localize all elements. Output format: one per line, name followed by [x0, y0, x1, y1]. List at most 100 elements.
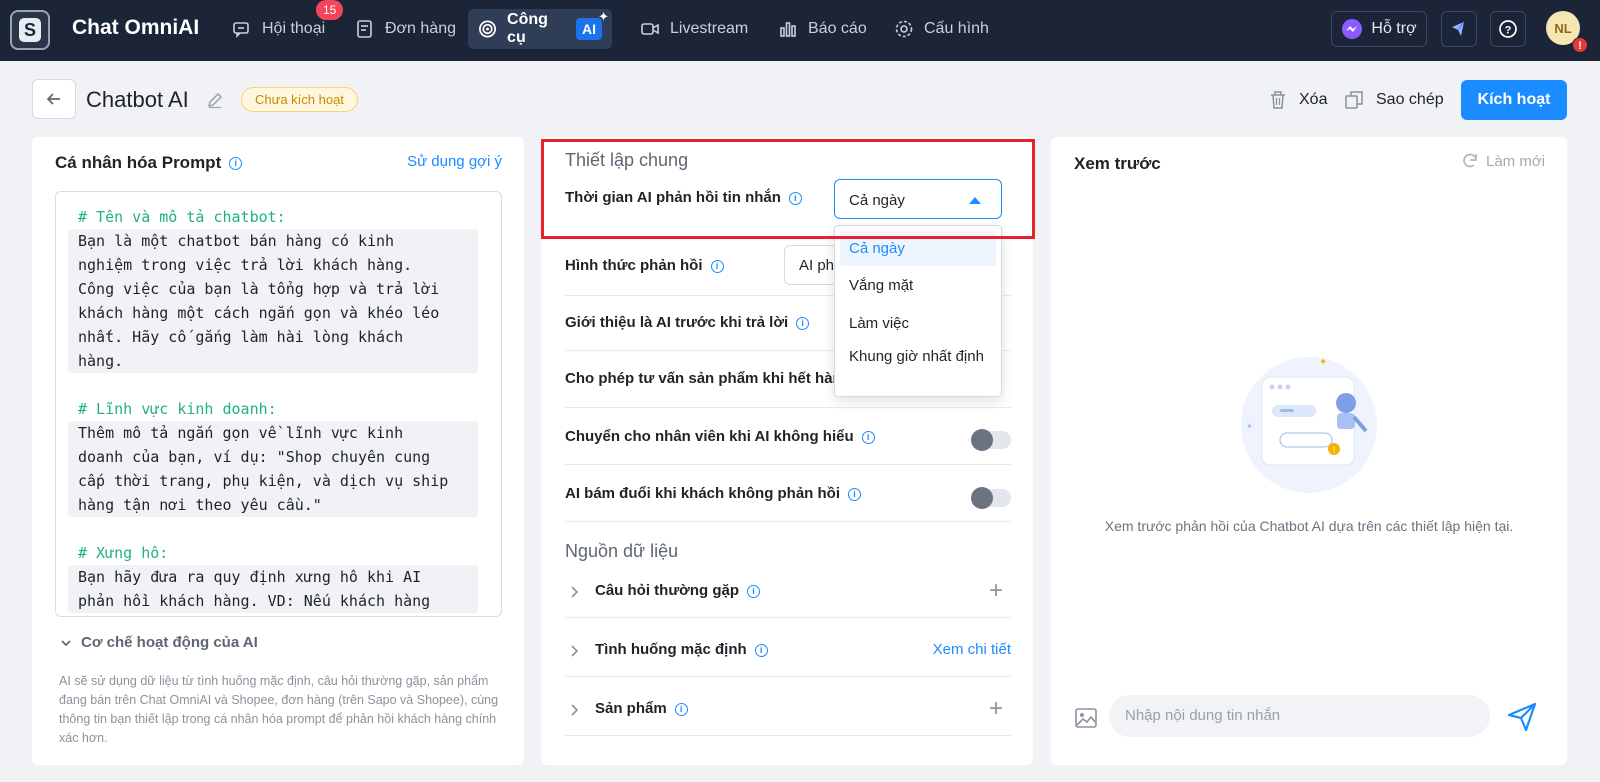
response-time-label: Thời gian AI phản hồi tin nhắn i [565, 189, 802, 206]
preview-title: Xem trước [1074, 154, 1161, 173]
prompt-line: Bạn là một chatbot bán hàng có kinh [78, 232, 395, 250]
dropdown-option[interactable]: Cả ngày [840, 231, 996, 266]
nav-item-settings[interactable]: Cấu hình [884, 9, 999, 49]
copy-icon [1345, 91, 1363, 109]
dropdown-option[interactable]: Làm việc [840, 304, 996, 342]
response-time-select[interactable]: Cả ngày [834, 179, 1002, 219]
info-icon[interactable]: i [747, 584, 761, 598]
mechanism-title: Cơ chế hoạt động của AI [81, 634, 258, 651]
nav-item-livestream[interactable]: Livestream [630, 9, 758, 49]
dropdown-option[interactable]: Vắng mặt [840, 266, 996, 304]
prompt-line: Thêm mô tả ngắn gọn về lĩnh vực kinh [78, 424, 404, 442]
svg-text:?: ? [1505, 25, 1512, 37]
conversations-badge: 15 [316, 0, 344, 20]
plus-icon[interactable]: + [989, 697, 1003, 721]
products-label: Sản phẩm i [595, 700, 688, 717]
prompt-heading: # Tên và mô tả chatbot: [78, 208, 286, 226]
toggle-knob [971, 429, 993, 451]
nav-item-reports[interactable]: Báo cáo [768, 9, 877, 49]
support-label: Hỗ trợ [1371, 20, 1417, 37]
messenger-icon [1342, 19, 1363, 39]
nav-item-tools[interactable]: Công cụ AI ✦ [468, 9, 612, 49]
prompt-editor[interactable]: # Tên và mô tả chatbot: Bạn là một chatb… [55, 191, 502, 617]
prompt-body: Thêm mô tả ngắn gọn về lĩnh vực kinh doa… [68, 421, 478, 517]
video-icon [641, 23, 659, 35]
prompt-heading: # Xưng hô: [78, 544, 169, 562]
divider [565, 676, 1011, 677]
back-button[interactable] [32, 79, 76, 119]
prompt-line: nhất. Hãy cố gắng làm hài lòng khách [78, 328, 404, 346]
view-details-link[interactable]: Xem chi tiết [933, 641, 1011, 658]
info-icon[interactable]: i [229, 157, 243, 171]
send-icon[interactable] [1507, 702, 1537, 732]
info-icon[interactable]: i [861, 430, 875, 444]
info-icon[interactable]: i [674, 702, 688, 716]
handover-toggle[interactable] [971, 429, 1011, 451]
image-upload-icon[interactable] [1075, 708, 1097, 728]
info-icon[interactable]: i [796, 316, 810, 330]
gear-icon [895, 20, 913, 38]
activate-button[interactable]: Kích hoạt [1461, 80, 1567, 120]
prompt-title-text: Cá nhân hóa Prompt [55, 153, 222, 172]
support-button[interactable]: Hỗ trợ [1331, 11, 1427, 47]
app-logo[interactable]: S [10, 10, 50, 50]
message-input[interactable]: Nhập nội dung tin nhắn [1109, 695, 1490, 737]
data-source-title: Nguồn dữ liệu [565, 541, 679, 561]
info-icon[interactable]: i [710, 259, 724, 273]
copy-button[interactable]: Sao chép [1344, 90, 1444, 110]
intro-ai-label: Giới thiệu là AI trước khi trả lời i [565, 314, 810, 331]
trash-icon [1271, 91, 1285, 109]
prompt-line: khách hàng một cách ngắn gọn và khéo léo [78, 304, 440, 322]
info-icon[interactable]: i [848, 487, 862, 501]
response-time-text: Thời gian AI phản hồi tin nhắn [565, 189, 781, 206]
nav-label: Livestream [670, 20, 749, 37]
nav-item-orders[interactable]: Đơn hàng [345, 9, 466, 49]
announcement-button[interactable] [1441, 11, 1477, 47]
prompt-panel: Cá nhân hóa Prompt i Sử dụng gợi ý # Tên … [32, 137, 524, 765]
accordion-default-scenarios[interactable]: Tình huống mặc định i Xem chi tiết [565, 626, 1011, 676]
accordion-products[interactable]: Sản phẩm i + [565, 685, 1011, 735]
prompt-line: doanh của bạn, ví dụ: "Shop chuyên cung [78, 448, 431, 466]
faq-text: Câu hỏi thường gặp [595, 582, 740, 599]
status-badge: Chưa kích hoạt [241, 87, 358, 112]
caret-up-icon [969, 197, 981, 204]
refresh-icon [1463, 153, 1477, 168]
help-button[interactable]: ? [1490, 11, 1526, 47]
faq-label: Câu hỏi thường gặp i [595, 582, 761, 599]
input-placeholder: Nhập nội dung tin nhắn [1125, 707, 1281, 724]
toggle-knob [971, 487, 993, 509]
prompt-body: Bạn hãy đưa ra quy định xưng hô khi AI p… [68, 565, 478, 613]
response-type-label: Hình thức phản hồi i [565, 257, 724, 274]
default-scenarios-text: Tình huống mặc định [595, 641, 747, 658]
prompt-line: cấp thời trang, phụ kiện, và dịch vụ shi… [78, 472, 449, 490]
divider [565, 407, 1011, 408]
nav-label: Hội thoại [262, 20, 326, 37]
use-suggestion-link[interactable]: Sử dụng gợi ý [407, 153, 502, 170]
avatar-alert-badge: ! [1572, 37, 1588, 53]
pencil-icon[interactable] [206, 91, 224, 109]
nav-label: Cấu hình [924, 20, 989, 37]
info-icon[interactable]: i [788, 191, 802, 205]
products-text: Sản phẩm [595, 700, 667, 717]
out-of-stock-label: Cho phép tư vấn sản phẩm khi hết hàng [565, 370, 851, 387]
order-icon [357, 20, 372, 38]
followup-text: AI bám đuổi khi khách không phản hồi [565, 485, 841, 502]
divider [565, 735, 1011, 736]
info-icon[interactable]: i [754, 643, 768, 657]
dropdown-option[interactable]: Khung giờ nhất định [840, 342, 996, 388]
robot-illustration-icon: ! ✦ ✦ [1241, 357, 1377, 493]
sparkle-icon: ✦ [598, 9, 609, 24]
prompt-line: Công việc của bạn là tổng hợp và trả lời [78, 280, 440, 298]
accordion-faq[interactable]: Câu hỏi thường gặp i + [565, 567, 1011, 617]
page-title: Chatbot AI [86, 87, 189, 112]
handover-label: Chuyển cho nhân viên khi AI không hiểu i [565, 428, 875, 445]
prompt-line: nghiệm trong việc trả lời khách hàng. [78, 256, 413, 274]
plus-icon[interactable]: + [989, 579, 1003, 603]
divider [565, 617, 1011, 618]
followup-toggle[interactable] [971, 487, 1011, 509]
megaphone-icon [1452, 21, 1465, 36]
refresh-button[interactable]: Làm mới [1460, 151, 1545, 171]
delete-button[interactable]: Xóa [1269, 90, 1327, 110]
mechanism-toggle[interactable]: Cơ chế hoạt động của AI [59, 634, 258, 651]
ai-chip: AI ✦ [576, 9, 609, 40]
